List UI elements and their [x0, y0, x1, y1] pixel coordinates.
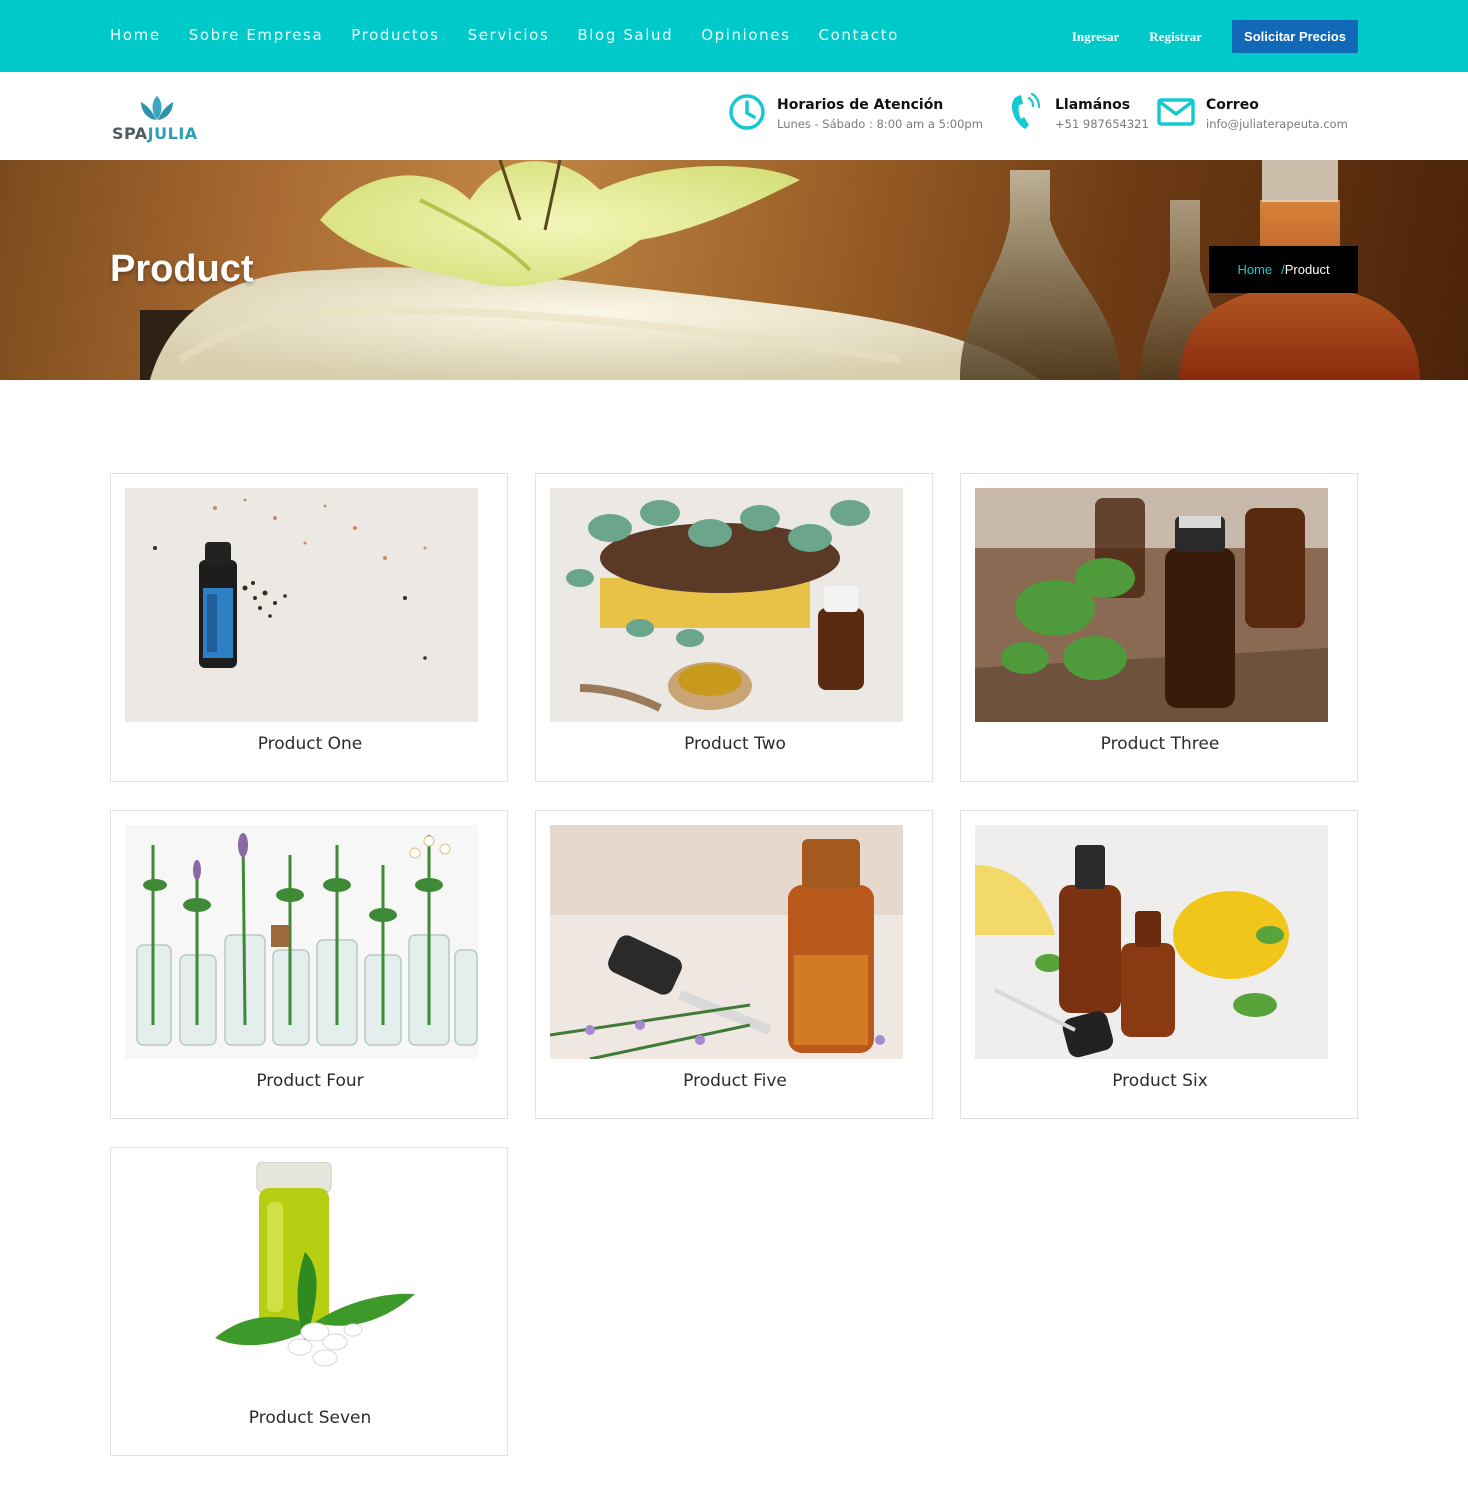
- nav-opiniones[interactable]: Opiniones: [701, 26, 790, 44]
- product-image: [975, 825, 1328, 1059]
- nav-servicios[interactable]: Servicios: [468, 26, 550, 44]
- logo-wordmark: SPAJULIA: [112, 124, 198, 143]
- product-name[interactable]: Product Three: [961, 734, 1359, 754]
- nav-home[interactable]: Home: [110, 26, 161, 44]
- email-value[interactable]: info@juliaterapeuta.com: [1206, 117, 1348, 131]
- product-image: [125, 1162, 478, 1396]
- product-image: [125, 825, 478, 1059]
- product-name[interactable]: Product Four: [111, 1071, 509, 1091]
- phone-info: Llamános +51 987654321: [1005, 92, 1149, 132]
- breadcrumb-home-link[interactable]: Home: [1237, 262, 1272, 277]
- nav-sobre-empresa[interactable]: Sobre Empresa: [189, 26, 324, 44]
- logo-spa: SPA: [112, 124, 148, 143]
- page-title: Product: [110, 248, 254, 290]
- product-name[interactable]: Product One: [111, 734, 509, 754]
- breadcrumb: Home / Product: [1209, 246, 1358, 293]
- nav-blog-salud[interactable]: Blog Salud: [577, 26, 673, 44]
- hours-info: Horarios de Atención Lunes - Sábado : 8:…: [727, 92, 983, 132]
- product-name[interactable]: Product Six: [961, 1071, 1359, 1091]
- request-prices-button[interactable]: Solicitar Precios: [1232, 20, 1358, 53]
- phone-icon: [1012, 92, 1041, 129]
- phone-title: Llamános: [1055, 97, 1131, 113]
- email-title: Correo: [1206, 97, 1259, 113]
- account-actions: Ingresar Registrar Solicitar Precios: [1072, 20, 1358, 53]
- nav-productos[interactable]: Productos: [351, 26, 439, 44]
- logo-julia: JULIA: [147, 124, 198, 143]
- product-card[interactable]: Product One: [110, 473, 508, 782]
- envelope-icon: [1157, 98, 1195, 126]
- product-card[interactable]: Product Three: [960, 473, 1358, 782]
- breadcrumb-current: Product: [1284, 262, 1330, 277]
- product-card[interactable]: Product Six: [960, 810, 1358, 1119]
- main-nav: Home Sobre Empresa Productos Servicios B…: [110, 26, 899, 44]
- product-image: [550, 488, 903, 722]
- product-card[interactable]: Product Two: [535, 473, 933, 782]
- product-card[interactable]: Product Seven: [110, 1147, 508, 1456]
- lotus-icon: [141, 96, 173, 120]
- product-image: [125, 488, 478, 722]
- product-image: [975, 488, 1328, 722]
- hours-title: Horarios de Atención: [777, 97, 944, 113]
- top-navbar: Home Sobre Empresa Productos Servicios B…: [0, 0, 1468, 72]
- site-header: SPAJULIA Horarios de Atención Lunes - Sá…: [0, 72, 1468, 160]
- email-info: Correo info@juliaterapeuta.com: [1156, 92, 1348, 132]
- hours-value: Lunes - Sábado : 8:00 am a 5:00pm: [777, 117, 983, 131]
- product-name[interactable]: Product Two: [536, 734, 934, 754]
- product-card[interactable]: Product Five: [535, 810, 933, 1119]
- product-card[interactable]: Product Four: [110, 810, 508, 1119]
- logo[interactable]: SPAJULIA: [112, 94, 202, 148]
- nav-contacto[interactable]: Contacto: [819, 26, 899, 44]
- login-link[interactable]: Ingresar: [1072, 29, 1119, 45]
- register-link[interactable]: Registrar: [1149, 29, 1202, 45]
- clock-icon: [729, 94, 765, 130]
- page-banner: Product Home / Product: [0, 160, 1468, 380]
- product-name[interactable]: Product Seven: [111, 1408, 509, 1428]
- phone-value[interactable]: +51 987654321: [1055, 117, 1149, 131]
- product-image: [550, 825, 903, 1059]
- product-name[interactable]: Product Five: [536, 1071, 934, 1091]
